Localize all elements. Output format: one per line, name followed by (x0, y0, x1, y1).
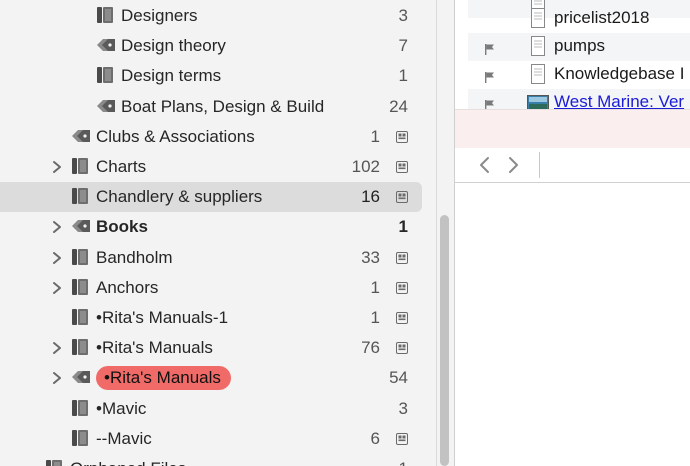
item-count: 1 (398, 217, 408, 237)
item-count: 3 (398, 398, 408, 418)
group-icon (70, 399, 92, 419)
sidebar-item-label: •Mavic (96, 398, 147, 418)
item-count: 1 (370, 308, 380, 327)
group-icon (70, 187, 92, 207)
back-button[interactable] (477, 155, 493, 175)
flag-icon[interactable] (484, 42, 496, 55)
navigation-bar (455, 148, 690, 183)
sidebar-item[interactable]: Clubs & Associations 1 (0, 122, 436, 152)
tag-icon (70, 127, 92, 147)
smart-group-icon[interactable] (396, 251, 408, 264)
flag-icon[interactable] (484, 70, 496, 83)
chevron-left-icon (480, 157, 489, 173)
item-count: 6 (370, 428, 380, 448)
group-icon (70, 308, 92, 328)
item-count: 54 (389, 368, 408, 388)
sidebar-item-label: Designers (121, 6, 198, 25)
sidebar-item-label: •Rita's Manuals (96, 338, 213, 358)
sidebar-item[interactable]: •Mavic 3 (0, 394, 436, 424)
search-results-bar (455, 109, 690, 149)
chevron-right-icon (509, 157, 518, 173)
sidebar-item[interactable]: •Rita's Manuals-1 1 (0, 303, 436, 333)
sidebar-item[interactable]: Designers 3 (0, 1, 436, 31)
item-count: 1 (398, 66, 408, 86)
item-count: 3 (398, 6, 408, 25)
group-icon (70, 248, 92, 268)
group-icon (70, 278, 92, 298)
group-icon (95, 66, 117, 86)
sidebar-item-label: --Mavic (96, 428, 152, 448)
item-count: 1 (399, 459, 408, 466)
sidebar-item-label: Chandlery & suppliers (96, 187, 263, 207)
doc-icon (531, 64, 545, 84)
disclosure-chevron-icon[interactable] (52, 370, 62, 386)
tag-icon (95, 97, 117, 117)
sidebar-item[interactable]: Anchors 1 (0, 273, 436, 303)
item-count: 1 (370, 126, 380, 146)
smart-group-icon[interactable] (396, 281, 408, 294)
sidebar-item[interactable]: Charts 102 (0, 152, 436, 182)
item-count: 102 (351, 157, 380, 176)
sidebar-item-label: Orphaned Files (70, 459, 186, 466)
sidebar-item-label: Anchors (96, 277, 159, 297)
sidebar-item[interactable]: Design theory 7 (0, 31, 436, 61)
sidebar: Designers 3 Design theory 7 Design terms 1 Boa… (0, 0, 436, 466)
smart-group-icon[interactable] (396, 190, 408, 204)
toolbar-separator (539, 152, 540, 178)
sidebar-scrollbar[interactable] (440, 215, 449, 466)
item-count: 1 (370, 277, 380, 297)
sidebar-item-label: Charts (96, 157, 147, 176)
disclosure-chevron-icon[interactable] (52, 340, 62, 356)
doc-icon (531, 36, 545, 56)
smart-group-icon[interactable] (396, 341, 408, 355)
sidebar-item-label: Design terms (121, 66, 222, 86)
group-icon (70, 157, 92, 177)
document-row[interactable]: Knowledgebase I (468, 61, 690, 89)
sidebar-item[interactable]: Bandholm 33 (0, 243, 436, 273)
document-list-pane: pricelist2018 pumps Knowledgebase I West Ma… (455, 0, 690, 466)
tag-icon (70, 217, 92, 237)
smart-group-icon[interactable] (396, 311, 408, 324)
group-icon (95, 6, 117, 26)
item-count: 76 (361, 338, 380, 358)
document-title: pricelist2018 (554, 8, 650, 27)
item-count: 7 (398, 36, 408, 56)
sidebar-item[interactable]: Boat Plans, Design & Build 24 (0, 92, 436, 122)
sidebar-item-label: Boat Plans, Design & Build (121, 96, 325, 116)
tag-icon (70, 368, 92, 388)
document-row[interactable]: pricelist2018 (468, 5, 690, 33)
sidebar-item[interactable]: Books 1 (0, 212, 436, 242)
smart-group-icon[interactable] (396, 130, 408, 143)
group-icon (70, 338, 92, 358)
item-count: 24 (389, 96, 408, 116)
sidebar-item-label: •Rita's Manuals (96, 366, 231, 391)
document-row[interactable]: pumps (468, 33, 690, 61)
group-icon (70, 429, 92, 449)
sidebar-item-label: Bandholm (96, 247, 173, 267)
item-count: 16 (361, 187, 380, 207)
sidebar-item[interactable]: Design terms 1 (0, 61, 436, 91)
smart-group-icon[interactable] (396, 160, 408, 173)
forward-button[interactable] (505, 155, 521, 175)
sidebar-item-label: Clubs & Associations (96, 126, 255, 146)
item-count: 33 (361, 247, 380, 267)
sidebar-item[interactable]: Chandlery & suppliers 16 (0, 182, 436, 213)
sidebar-item[interactable]: Orphaned Files 1 (0, 454, 436, 466)
disclosure-chevron-icon[interactable] (52, 280, 62, 296)
document-title: Knowledgebase I (554, 64, 685, 83)
sidebar-item-label: Design theory (121, 36, 226, 56)
sidebar-item[interactable]: •Rita's Manuals 54 (0, 363, 436, 393)
group-icon (44, 459, 66, 466)
sidebar-item-label: Books (96, 217, 148, 237)
sidebar-item[interactable]: --Mavic 6 (0, 424, 436, 454)
tag-icon (95, 36, 117, 56)
disclosure-chevron-icon[interactable] (52, 219, 62, 235)
doc-icon (531, 8, 545, 28)
smart-group-icon[interactable] (396, 432, 408, 445)
sidebar-item[interactable]: •Rita's Manuals 76 (0, 333, 436, 363)
disclosure-chevron-icon[interactable] (52, 159, 62, 175)
sidebar-item-label: •Rita's Manuals-1 (96, 308, 229, 327)
disclosure-chevron-icon[interactable] (52, 250, 62, 266)
document-title: pumps (554, 36, 606, 55)
